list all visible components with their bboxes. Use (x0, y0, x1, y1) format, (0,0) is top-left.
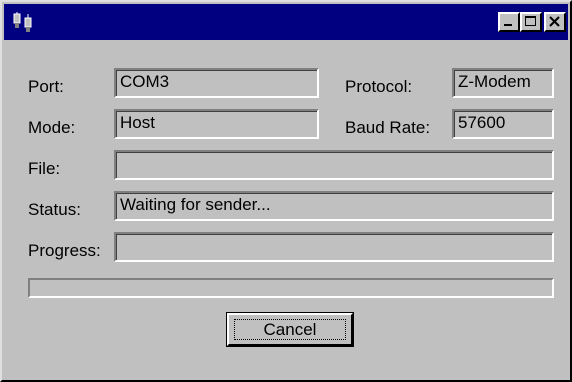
file-label: File: (28, 159, 61, 178)
minimize-button[interactable] (498, 12, 520, 32)
progress-label: Progress: (28, 241, 101, 260)
cancel-button[interactable]: Cancel (227, 313, 353, 346)
serial-connection-icon (12, 12, 34, 34)
title-bar[interactable] (4, 4, 568, 40)
cancel-button-label: Cancel (263, 320, 317, 339)
baud-rate-label: Baud Rate: (345, 118, 431, 137)
mode-field: Host (114, 109, 319, 139)
baud-rate-field: 57600 (452, 109, 554, 139)
close-button[interactable] (544, 12, 566, 32)
file-field (114, 150, 554, 180)
protocol-field: Z-Modem (452, 68, 554, 98)
port-field: COM3 (114, 68, 319, 98)
maximize-button[interactable] (520, 12, 542, 32)
status-label: Status: (28, 200, 81, 219)
progress-bar (28, 278, 554, 298)
mode-label: Mode: (28, 118, 76, 137)
port-label: Port: (28, 77, 64, 96)
progress-field (114, 232, 554, 262)
protocol-label: Protocol: (345, 77, 413, 96)
transfer-dialog: Port: COM3 Protocol: Z-Modem Mode: Host … (0, 0, 572, 382)
status-field: Waiting for sender... (114, 191, 554, 221)
